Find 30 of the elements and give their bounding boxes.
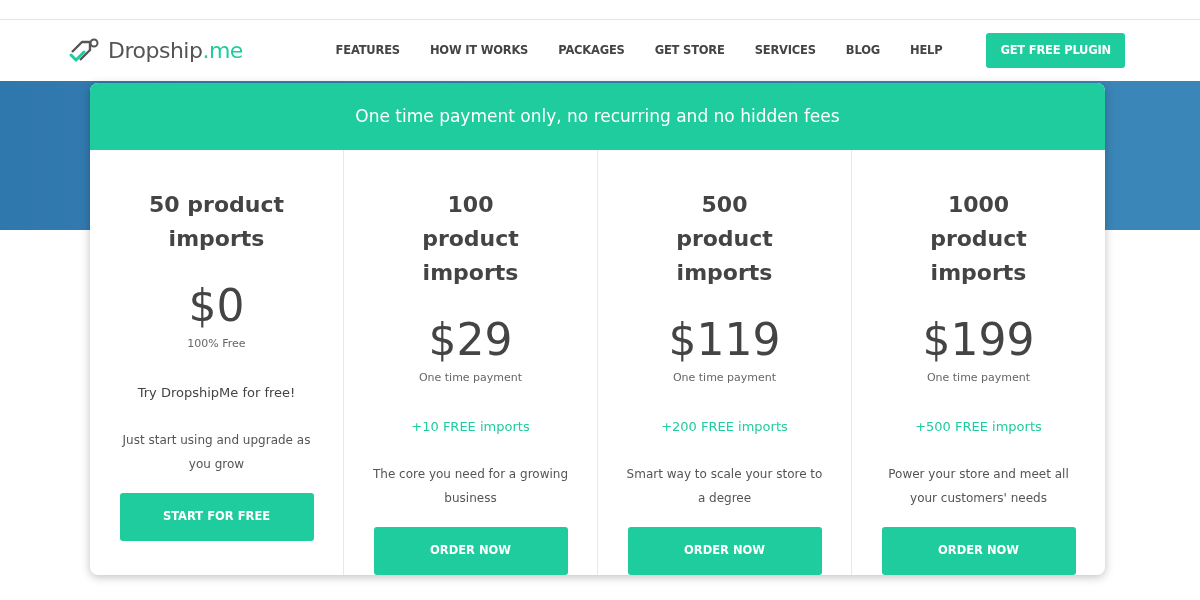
- price-note: 100% Free: [187, 336, 246, 352]
- plan-price: $0: [188, 280, 245, 332]
- bonus-text: +500 FREE imports: [915, 417, 1042, 436]
- plan-price: $199: [922, 314, 1035, 366]
- bonus-text: +200 FREE imports: [661, 417, 788, 436]
- plan-price: $119: [668, 314, 781, 366]
- bonus-text: +10 FREE imports: [411, 417, 530, 436]
- tag-check-icon: [68, 37, 100, 64]
- nav-link[interactable]: FEATURES: [335, 41, 400, 60]
- plan-tagline: Try DropshipMe for free!: [137, 383, 296, 402]
- plan-description: Power your store and meet all your customers' needs: [887, 466, 1070, 507]
- plan-description: The core you need for a growing business: [371, 466, 570, 507]
- plan-title: 1000 product imports: [929, 191, 1028, 287]
- plan-price: $29: [428, 314, 513, 366]
- price-note: One time payment: [926, 370, 1031, 386]
- nav-link[interactable]: GET STORE: [654, 41, 725, 60]
- nav-link[interactable]: BLOG: [845, 41, 880, 60]
- nav-link[interactable]: HOW IT WORKS: [429, 41, 529, 60]
- price-note: One time payment: [418, 370, 523, 386]
- plan-title: 500 product imports: [675, 191, 774, 287]
- nav-link[interactable]: SERVICES: [754, 41, 816, 60]
- logo-text[interactable]: Dropship.me: [108, 34, 243, 67]
- plan-description: Just start using and upgrade as you grow: [121, 432, 312, 473]
- plan-title: 50 product imports: [148, 191, 285, 253]
- plan-title: 100 product imports: [421, 191, 520, 287]
- price-note: One time payment: [672, 370, 777, 386]
- pricing-banner: One time payment only, no recurring and no hidden fees: [90, 83, 1105, 150]
- nav-link[interactable]: HELP: [909, 41, 943, 60]
- nav-link[interactable]: PACKAGES: [558, 41, 625, 60]
- plan-description: Smart way to scale your store to a degree: [625, 466, 824, 507]
